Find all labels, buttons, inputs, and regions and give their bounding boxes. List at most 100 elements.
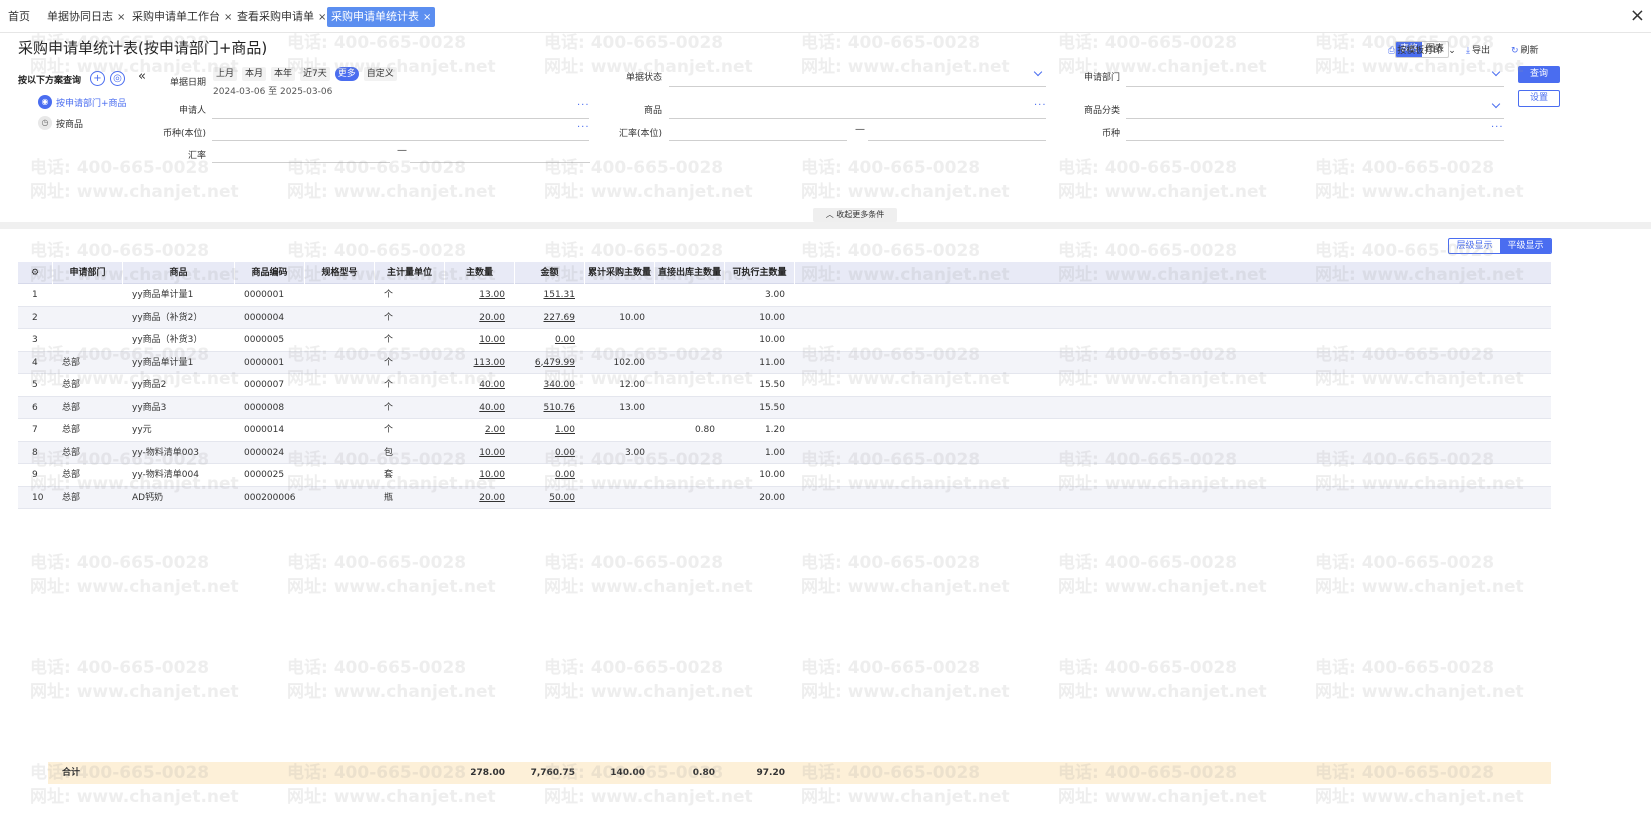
table-row[interactable]: 9 总部 yy-物料清单004 0000025 套 10.00 0.00 10.00 <box>18 464 1551 487</box>
collapse-panel-icon[interactable]: « <box>138 69 146 84</box>
cell-code: 0000014 <box>244 425 285 435</box>
header-qty[interactable]: 主数量 <box>445 262 515 284</box>
header-goods[interactable]: 商品 <box>123 262 235 284</box>
more-icon[interactable]: ··· <box>577 122 590 133</box>
dept-select[interactable] <box>1126 86 1504 87</box>
add-scheme-icon[interactable]: + <box>90 71 105 86</box>
more-icon[interactable]: ··· <box>1034 100 1047 111</box>
cell-qty[interactable]: 13.00 <box>445 284 505 306</box>
print-button[interactable]: ⎙ 按模板打印 ⌄ <box>1388 43 1456 56</box>
export-button[interactable]: ⤓ 导出 <box>1466 43 1490 56</box>
refresh-button[interactable]: ↻ 刷新 <box>1511 43 1539 56</box>
table-row[interactable]: 5 总部 yy商品2 0000007 个 40.00 340.00 12.00 15.50 <box>18 374 1551 397</box>
cell-amount[interactable]: 50.00 <box>515 487 575 509</box>
header-direct-qty[interactable]: 直接出库主数量 <box>655 262 725 284</box>
currency-local-input[interactable] <box>212 140 589 141</box>
cell-amount[interactable]: 0.00 <box>515 442 575 464</box>
date-opt-more[interactable]: 更多 <box>334 67 359 81</box>
goods-input[interactable] <box>669 118 1046 119</box>
table-row[interactable]: 2 yy商品（补货2） 0000004 个 20.00 227.69 10.00 10.00 <box>18 306 1551 329</box>
column-settings-icon[interactable]: ⚙ <box>18 262 53 284</box>
cell-goods: yy商品单计量1 <box>132 357 194 368</box>
date-opt-this-year[interactable]: 本年 <box>271 67 296 81</box>
cell-qty[interactable]: 10.00 <box>445 329 505 351</box>
settings-button[interactable]: 设置 <box>1518 90 1560 107</box>
tab-purchase-workbench[interactable]: 采购申请单工作台 × <box>128 7 236 27</box>
scheme-settings-icon[interactable]: ◎ <box>110 71 125 86</box>
date-opt-last-7-days[interactable]: 近7天 <box>300 67 330 81</box>
tab-purchase-stats[interactable]: 采购申请单统计表 × <box>327 7 436 27</box>
table-row[interactable]: 3 yy商品（补货3） 0000005 个 10.00 0.00 10.00 <box>18 329 1551 352</box>
table-row[interactable]: 10 总部 AD钙奶 000200006 瓶 20.00 50.00 20.00 <box>18 486 1551 509</box>
close-window-icon[interactable]: × <box>1630 5 1645 26</box>
chevron-down-icon[interactable]: ⌄ <box>1448 46 1456 56</box>
cell-amount[interactable]: 0.00 <box>515 464 575 486</box>
tab-home[interactable]: 首页 <box>4 7 34 27</box>
chevron-down-icon[interactable] <box>1491 67 1501 77</box>
cell-amount[interactable]: 0.00 <box>515 329 575 351</box>
category-select[interactable] <box>1126 118 1504 119</box>
scheme-item-label: 按商品 <box>56 119 84 130</box>
table-row[interactable]: 8 总部 yy-物料清单003 0000024 包 10.00 0.00 3.00 1.00 <box>18 441 1551 464</box>
cell-amount[interactable]: 510.76 <box>515 397 576 419</box>
chevron-down-icon[interactable] <box>1033 67 1043 77</box>
table-row[interactable]: 4 总部 yy商品单计量1 0000001 个 113.00 6,479.99 102.00 1… <box>18 351 1551 374</box>
date-opt-custom[interactable]: 自定义 <box>363 67 397 81</box>
cell-unit: 包 <box>384 447 394 458</box>
header-cum-qty[interactable]: 累计采购主数量 <box>585 262 655 284</box>
scheme-item-dept-goods[interactable]: ◉ 按申请部门+商品 <box>38 95 127 109</box>
close-icon[interactable]: × <box>318 12 326 23</box>
cell-amount[interactable]: 227.69 <box>515 307 576 329</box>
dept-label: 申请部门 <box>1083 73 1120 83</box>
cell-amount[interactable]: 151.31 <box>515 284 576 306</box>
header-dept[interactable]: 申请部门 <box>53 262 123 284</box>
tab-view-purchase[interactable]: 查看采购申请单 × <box>233 7 330 27</box>
layered-display-button[interactable]: 层级显示 <box>1449 239 1500 253</box>
applicant-input[interactable] <box>212 118 589 119</box>
rate-to[interactable] <box>410 162 590 163</box>
watermark-text: 网址: www.chanjet.net <box>544 182 753 202</box>
cell-amount[interactable]: 1.00 <box>515 419 575 441</box>
rate-local-from[interactable] <box>669 140 847 141</box>
cell-qty[interactable]: 10.00 <box>445 464 505 486</box>
query-button[interactable]: 查询 <box>1518 66 1560 83</box>
watermark-text: 网址: www.chanjet.net <box>1058 682 1267 702</box>
chevron-down-icon[interactable] <box>1491 99 1501 109</box>
cell-amount[interactable]: 6,479.99 <box>515 352 575 374</box>
header-code[interactable]: 商品编码 <box>235 262 305 284</box>
date-opt-last-month[interactable]: 上月 <box>213 67 238 81</box>
more-icon[interactable]: ··· <box>1491 122 1504 133</box>
cell-qty[interactable]: 40.00 <box>445 374 505 396</box>
table-row[interactable]: 1 yy商品单计量1 0000001 个 13.00 151.31 3.00 <box>18 284 1551 307</box>
scheme-item-goods[interactable]: ◷ 按商品 <box>38 116 83 130</box>
rate-from[interactable] <box>212 162 390 163</box>
table-row[interactable]: 6 总部 yy商品3 0000008 个 40.00 510.76 13.00 15.50 <box>18 396 1551 419</box>
cell-qty[interactable]: 20.00 <box>445 307 505 329</box>
table-row[interactable]: 7 总部 yy元 0000014 个 2.00 1.00 0.80 1.20 <box>18 419 1551 442</box>
header-exec-qty[interactable]: 可执行主数量 <box>725 262 795 284</box>
cell-goods: yy元 <box>132 425 152 435</box>
cell-qty[interactable]: 113.00 <box>445 352 506 374</box>
close-icon[interactable]: × <box>224 12 232 23</box>
rate-local-to[interactable] <box>868 140 1046 141</box>
cell-qty[interactable]: 10.00 <box>445 442 505 464</box>
header-unit[interactable]: 主计量单位 <box>375 262 445 284</box>
cell-amount[interactable]: 340.00 <box>515 374 576 396</box>
cell-qty[interactable]: 20.00 <box>445 487 505 509</box>
currency-input[interactable] <box>1126 140 1504 141</box>
header-spec[interactable]: 规格型号 <box>305 262 375 284</box>
date-opt-this-month[interactable]: 本月 <box>242 67 267 81</box>
cell-exec: 10.00 <box>759 470 785 480</box>
tab-doc-log[interactable]: 单据协同日志 × <box>43 7 129 27</box>
flat-display-button[interactable]: 平级显示 <box>1500 239 1551 253</box>
date-range-value[interactable]: 2024-03-06 至 2025-03-06 <box>213 84 332 97</box>
cell-qty[interactable]: 2.00 <box>445 419 505 441</box>
header-amount[interactable]: 金额 <box>515 262 585 284</box>
cell-qty[interactable]: 40.00 <box>445 397 505 419</box>
close-icon[interactable]: × <box>117 12 125 23</box>
watermark-text: 电话: 400-665-0028 <box>1058 553 1238 573</box>
more-icon[interactable]: ··· <box>577 100 590 111</box>
status-select[interactable] <box>669 86 1046 87</box>
close-icon[interactable]: × <box>423 12 431 23</box>
collapse-conditions-button[interactable]: ︿ 收起更多条件 <box>813 208 897 222</box>
